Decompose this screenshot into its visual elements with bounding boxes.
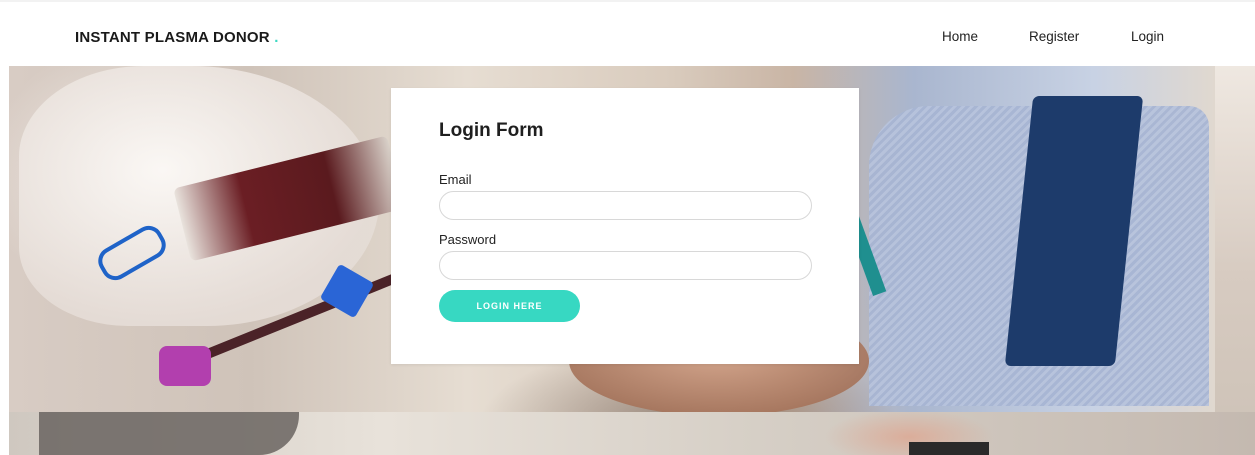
cap-shape — [159, 346, 211, 386]
brand-logo[interactable]: INSTANT PLASMA DONOR . — [75, 29, 279, 46]
login-button[interactable]: LOGIN HERE — [439, 290, 580, 322]
navbar: INSTANT PLASMA DONOR . Home Register Log… — [0, 0, 1255, 66]
email-label: Email — [439, 172, 472, 187]
password-label: Password — [439, 232, 497, 247]
hero-side-image — [1215, 66, 1255, 412]
nav-login-link[interactable]: Login — [1131, 29, 1164, 44]
nav-register-link[interactable]: Register — [1029, 29, 1079, 44]
email-input[interactable] — [439, 191, 812, 220]
nav-home-link[interactable]: Home — [942, 29, 978, 44]
login-form-title: Login Form — [439, 120, 544, 141]
dark-shape — [39, 412, 299, 455]
login-form: Login Form Email Password LOGIN HERE — [391, 88, 859, 364]
brand-name: INSTANT PLASMA DONOR — [75, 29, 270, 46]
password-input[interactable] — [439, 251, 812, 280]
brand-dot: . — [274, 29, 279, 46]
edge-shape — [909, 442, 989, 455]
next-section-image — [9, 412, 1255, 455]
